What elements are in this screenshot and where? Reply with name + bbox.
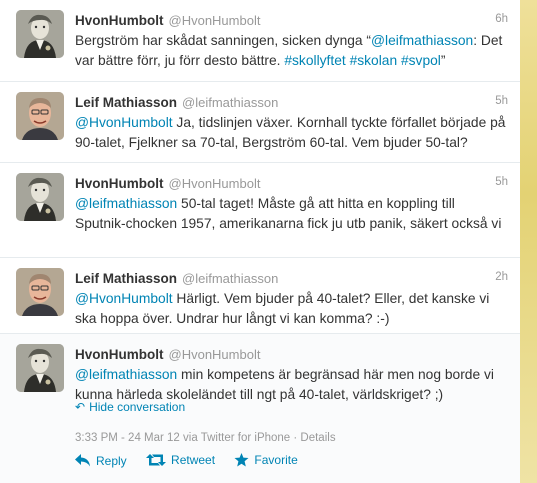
humboldt-portrait-icon (16, 10, 64, 58)
author-name[interactable]: HvonHumbolt (75, 347, 164, 362)
retweet-icon (146, 454, 167, 466)
tweet-text-segment: ” (440, 53, 446, 68)
author-handle[interactable]: @HvonHumbolt (169, 13, 261, 28)
avatar[interactable] (16, 268, 64, 316)
tweet-timestamp[interactable]: 6h (495, 13, 508, 25)
star-icon (234, 453, 249, 467)
hashtag-link[interactable]: #skolan (350, 53, 398, 68)
tweet-text-segment: Bergström har skådat sanningen, sicken d… (75, 33, 372, 48)
author-handle[interactable]: @leifmathiasson (182, 271, 278, 286)
hashtag-link[interactable]: #svpol (401, 53, 441, 68)
tweet-text: @leifmathiasson 50-tal taget! Måste gå a… (75, 194, 507, 234)
tweet[interactable]: HvonHumbolt @HvonHumbolt 6h Bergström har… (0, 0, 520, 82)
tweet-timestamp[interactable]: 5h (495, 95, 508, 107)
favorite-label: Favorite (254, 453, 298, 467)
leif-portrait-icon (16, 268, 64, 316)
retweet-button[interactable]: Retweet (146, 453, 215, 467)
author-name[interactable]: HvonHumbolt (75, 176, 164, 191)
mention-link[interactable]: @leifmathiasson (75, 196, 177, 211)
hide-conversation-label: Hide conversation (89, 400, 186, 414)
tweet-timestamp[interactable]: 5h (495, 176, 508, 188)
author-handle[interactable]: @leifmathiasson (182, 95, 278, 110)
author-name[interactable]: HvonHumbolt (75, 13, 164, 28)
avatar[interactable] (16, 92, 64, 140)
page-background (520, 0, 537, 483)
mention-link[interactable]: @leifmathiasson (75, 367, 177, 382)
back-arrow-icon: ↶ (75, 400, 86, 414)
mention-link[interactable]: @HvonHumbolt (75, 115, 173, 130)
tweet-author[interactable]: HvonHumbolt @HvonHumbolt (75, 175, 506, 193)
reply-button[interactable]: Reply (75, 454, 127, 468)
tweet-actions: Reply Retweet Favorite (75, 453, 314, 471)
humboldt-portrait-icon (16, 173, 64, 221)
mention-link[interactable]: @leifmathiasson (371, 33, 473, 48)
avatar[interactable] (16, 344, 64, 392)
tweet[interactable]: Leif Mathiasson @leifmathiasson 2h @HvonH… (0, 258, 520, 334)
tweet-text: Bergström har skådat sanningen, sicken d… (75, 31, 507, 71)
hashtag-link[interactable]: #skollyftet (284, 53, 345, 68)
tweet-text: @HvonHumbolt Ja, tidslinjen växer. Kornh… (75, 113, 507, 153)
tweet-author[interactable]: HvonHumbolt @HvonHumbolt (75, 12, 506, 30)
reply-label: Reply (96, 453, 127, 468)
reply-arrow-icon (75, 454, 90, 467)
favorite-button[interactable]: Favorite (234, 453, 298, 467)
humboldt-portrait-icon (16, 344, 64, 392)
author-name[interactable]: Leif Mathiasson (75, 271, 177, 286)
avatar[interactable] (16, 173, 64, 221)
tweet-text: @HvonHumbolt Härligt. Vem bjuder på 40-t… (75, 289, 507, 329)
tweet[interactable]: Leif Mathiasson @leifmathiasson 5h @HvonH… (0, 82, 520, 163)
tweet-author[interactable]: HvonHumbolt @HvonHumbolt (75, 346, 506, 364)
tweet-meta[interactable]: 3:33 PM - 24 Mar 12 via Twitter for iPho… (75, 432, 336, 444)
avatar[interactable] (16, 10, 64, 58)
tweet-timestamp[interactable]: 2h (495, 271, 508, 283)
conversation-panel: HvonHumbolt @HvonHumbolt 6h Bergström har… (0, 0, 520, 483)
retweet-label: Retweet (171, 453, 216, 467)
author-name[interactable]: Leif Mathiasson (75, 95, 177, 110)
tweet-text: @leifmathiasson min kompetens är begräns… (75, 365, 507, 405)
tweet-author[interactable]: Leif Mathiasson @leifmathiasson (75, 270, 506, 288)
tweet-expanded[interactable]: HvonHumbolt @HvonHumbolt @leifmathiasson … (0, 334, 520, 483)
author-handle[interactable]: @HvonHumbolt (169, 347, 261, 362)
mention-link[interactable]: @HvonHumbolt (75, 291, 173, 306)
tweet-author[interactable]: Leif Mathiasson @leifmathiasson (75, 94, 506, 112)
leif-portrait-icon (16, 92, 64, 140)
hide-conversation-link[interactable]: ↶ Hide conversation (75, 400, 185, 414)
author-handle[interactable]: @HvonHumbolt (169, 176, 261, 191)
tweet[interactable]: HvonHumbolt @HvonHumbolt 5h @leifmathiass… (0, 163, 520, 258)
